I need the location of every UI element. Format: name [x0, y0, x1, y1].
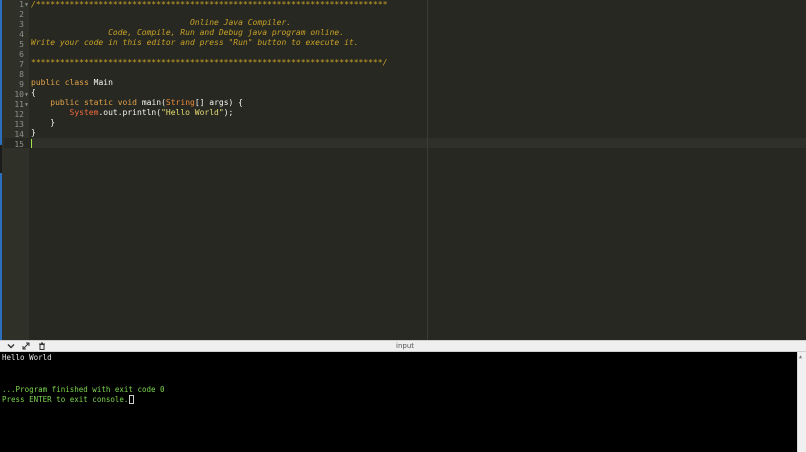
line-number: 7: [19, 60, 24, 69]
code-editor[interactable]: /***************************************…: [29, 0, 806, 340]
input-tab[interactable]: input: [396, 342, 414, 351]
fold-toggle-icon[interactable]: ▼: [25, 90, 28, 100]
code-line-9: public class Main: [31, 78, 113, 88]
string-literal: "Hello World": [161, 108, 224, 117]
line-number: 5: [19, 40, 24, 49]
line-number: 6: [19, 50, 24, 59]
line-number: 13: [14, 120, 24, 129]
clear-icon[interactable]: [38, 342, 46, 352]
console-scrollbar[interactable]: ▲: [797, 352, 806, 452]
console-output-line: Hello World: [2, 353, 52, 362]
console-prompt-text: Press ENTER to exit console.: [2, 395, 129, 404]
code-line-4: Code, Compile, Run and Debug java progra…: [31, 28, 345, 37]
call-end: );: [223, 108, 234, 117]
console-finish-line: ...Program finished with exit code 0: [2, 385, 165, 394]
print-margin: [427, 0, 428, 340]
fold-toggle-icon[interactable]: ▼: [25, 0, 28, 10]
line-number: 2: [19, 10, 24, 19]
println-call: .out.println(: [98, 108, 162, 117]
chevron-down-icon[interactable]: [7, 342, 15, 352]
line-number: 3: [19, 20, 24, 29]
code-line-7: ****************************************…: [31, 58, 388, 67]
line-number: 10: [14, 90, 24, 99]
keyword-class: class: [64, 78, 89, 87]
code-line-12: System.out.println("Hello World");: [31, 108, 234, 118]
code-line-1: /***************************************…: [31, 0, 388, 9]
text-cursor: [31, 139, 32, 148]
type-string: String: [165, 98, 195, 107]
keyword-public: public: [50, 98, 80, 107]
line-number: 9: [19, 80, 24, 89]
active-line-highlight: [29, 138, 806, 148]
line-number: 4: [19, 30, 24, 39]
console-cursor: [129, 395, 135, 404]
console-toolbar: input: [0, 340, 806, 352]
console-prompt-line: Press ENTER to exit console.: [2, 395, 135, 405]
method-name: main(: [141, 98, 166, 107]
line-number: 15: [14, 140, 24, 149]
code-line-13: }: [31, 118, 55, 128]
expand-icon[interactable]: [22, 342, 30, 352]
line-number: 14: [14, 130, 24, 139]
object-system: System: [69, 108, 99, 117]
keyword-static: static: [84, 98, 113, 107]
code-line-14: }: [31, 128, 36, 137]
method-params: [] args) {: [194, 98, 243, 107]
code-line-5: Write your code in this editor and press…: [31, 38, 359, 47]
console-output[interactable]: Hello World ...Program finished with exi…: [0, 352, 797, 452]
code-line-11: public static void main(String[] args) {: [31, 98, 243, 108]
code-line-3: Online Java Compiler.: [31, 18, 292, 27]
keyword-public: public: [31, 78, 60, 87]
class-name: Main: [93, 78, 113, 87]
keyword-void: void: [117, 98, 137, 107]
line-number: 1: [19, 0, 24, 9]
scroll-up-icon[interactable]: ▲: [799, 354, 802, 360]
line-number: 8: [19, 70, 24, 79]
method-close-brace: }: [50, 118, 56, 127]
fold-toggle-icon[interactable]: ▼: [25, 100, 28, 110]
line-number: 11: [14, 100, 24, 109]
line-number-gutter[interactable]: 1 ▼ 2 3 4 5 6 7 8 9 10 ▼ 11 ▼ 12 13 14 15: [2, 0, 31, 340]
line-number: 12: [14, 110, 24, 119]
code-line-10: {: [31, 88, 36, 97]
